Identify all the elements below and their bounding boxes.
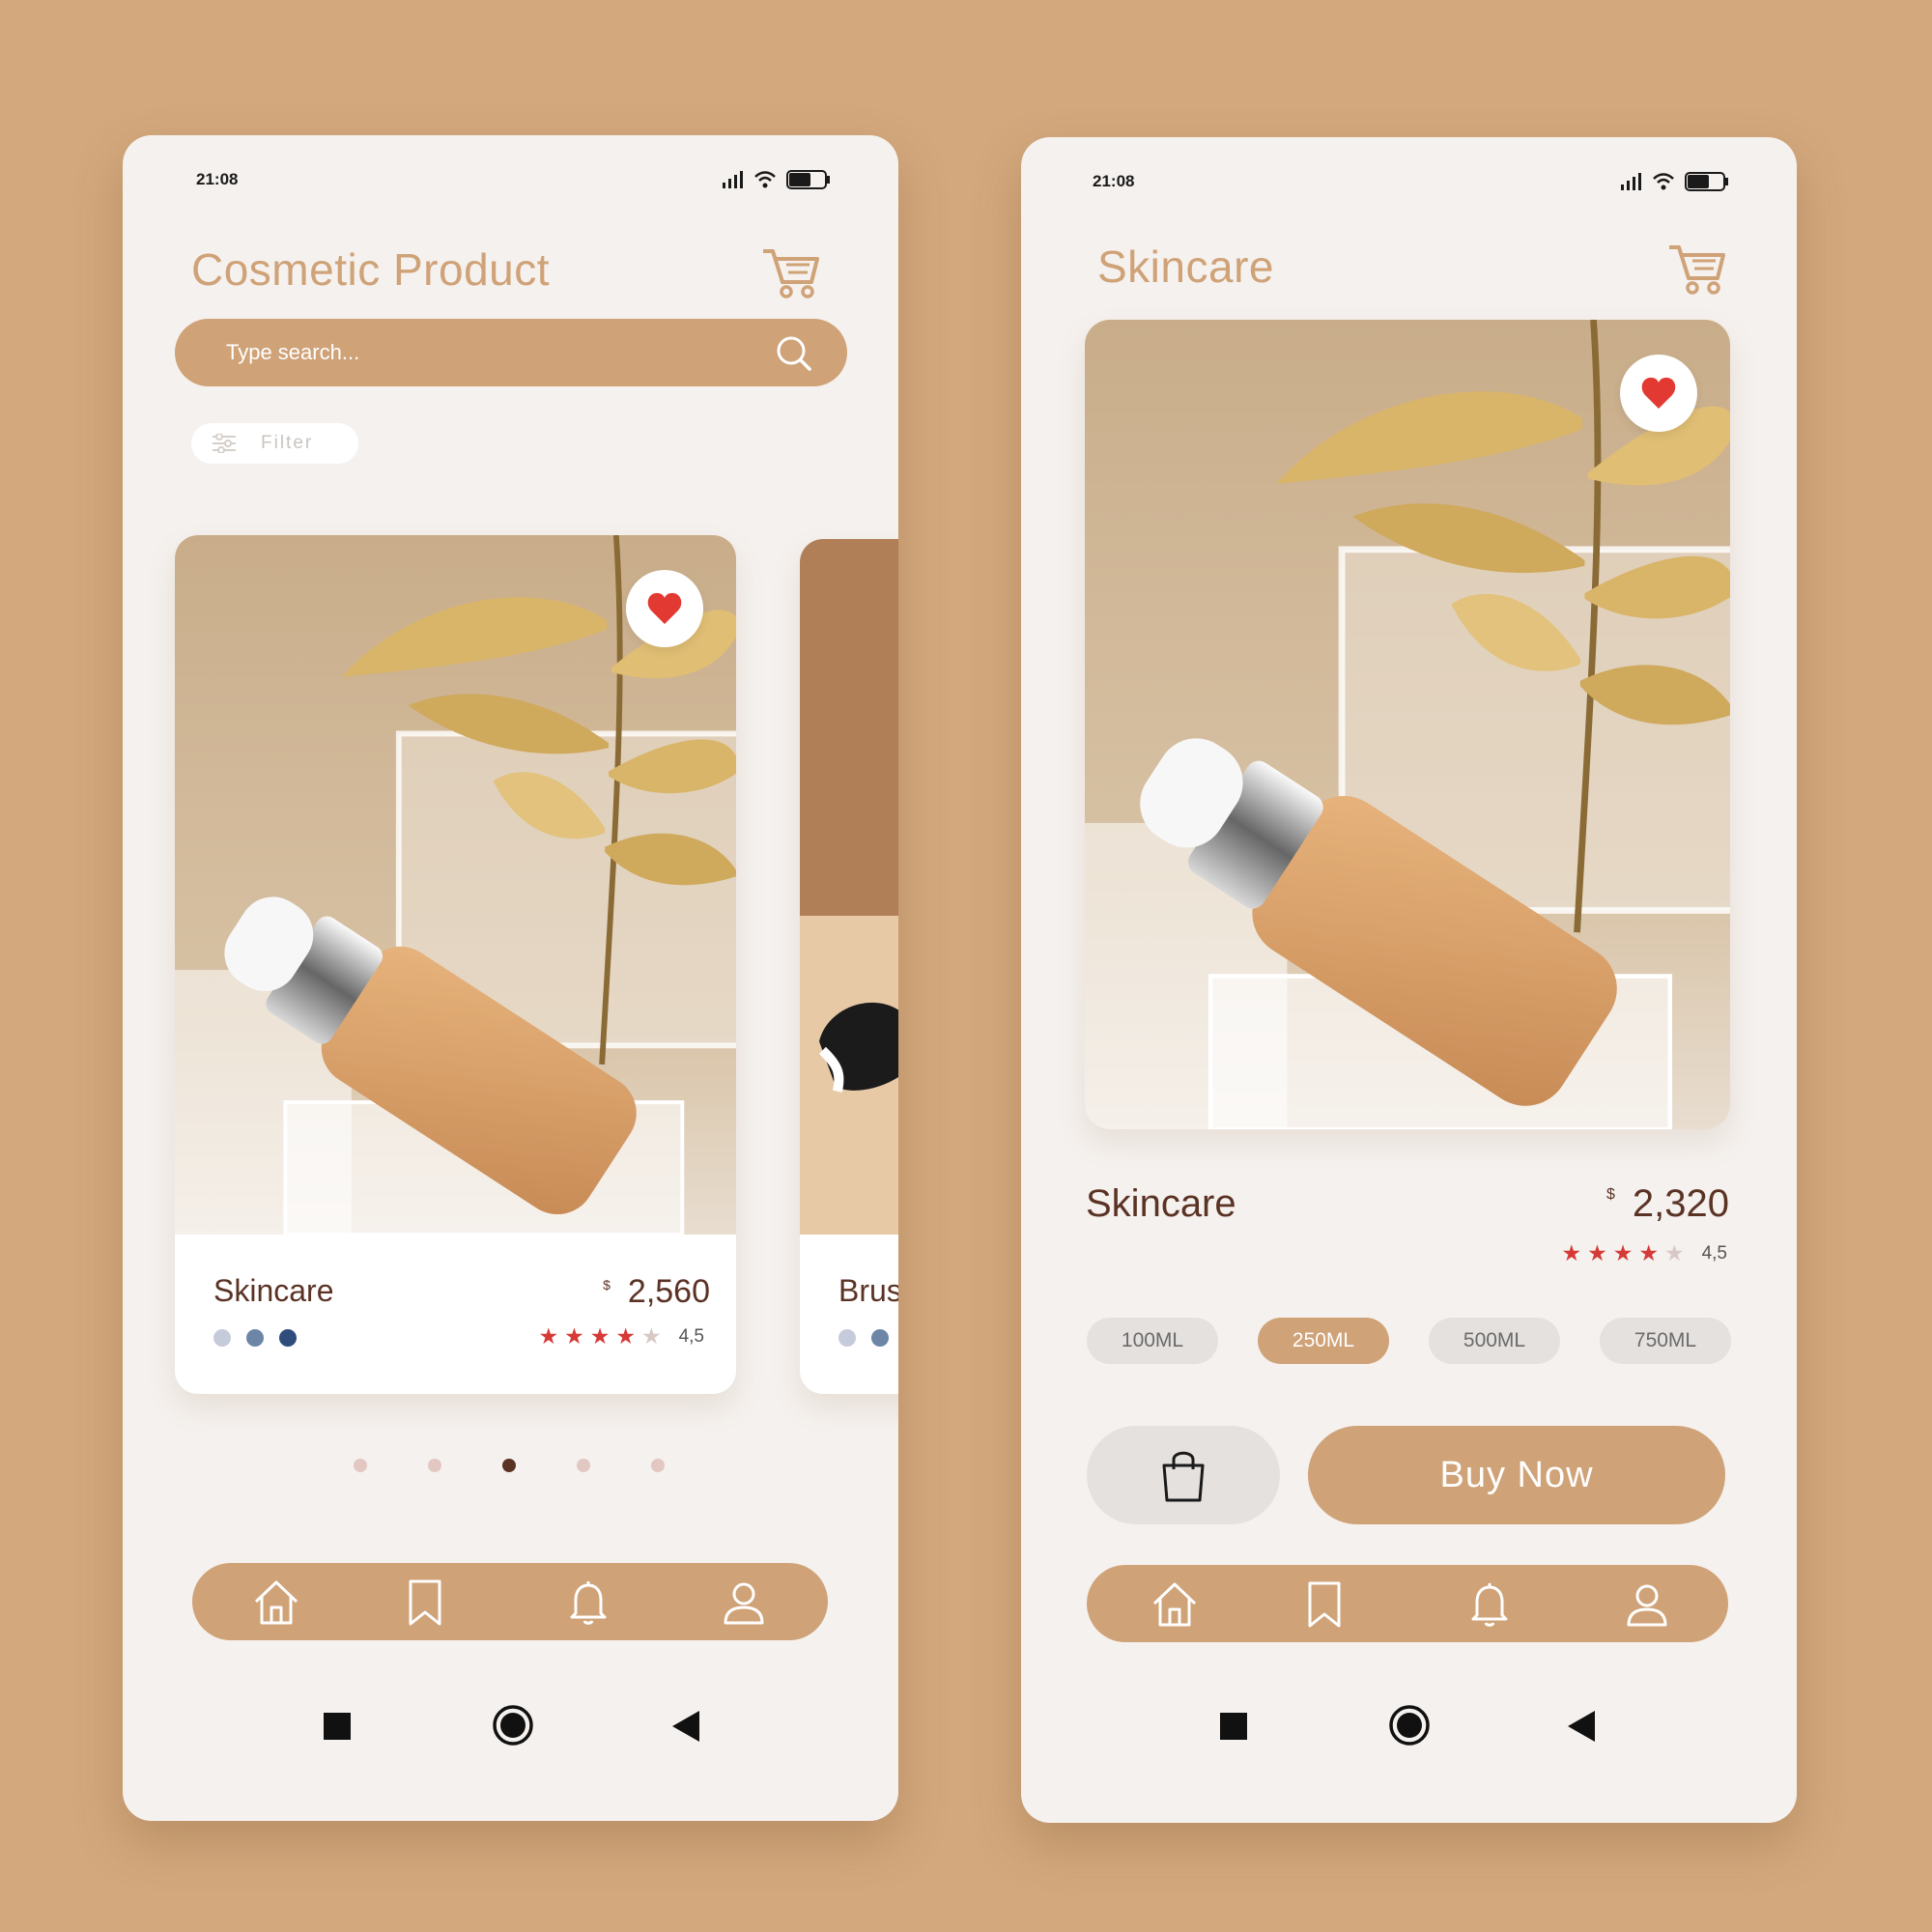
product-name: Skincare — [1086, 1182, 1236, 1225]
page-title: Cosmetic Product — [191, 244, 551, 295]
user-icon[interactable] — [720, 1578, 768, 1627]
product-price: $ 2,560 — [603, 1273, 710, 1311]
size-option-500ml[interactable]: 500ML — [1429, 1318, 1560, 1364]
home-button-icon[interactable] — [492, 1704, 534, 1747]
search-icon[interactable] — [776, 335, 812, 372]
right-screen: 21:08 Skincare Skincare $ 2,320 ★ ★ ★ ★ … — [1021, 137, 1797, 1823]
price-value: 2,320 — [1632, 1182, 1729, 1225]
star-icon: ★ — [564, 1323, 584, 1349]
rating-value: 4,5 — [1701, 1242, 1727, 1264]
page-dot-active[interactable] — [502, 1459, 516, 1472]
star-icon: ★ — [1587, 1240, 1607, 1265]
size-option-250ml[interactable]: 250ML — [1258, 1318, 1389, 1364]
carousel-pagination[interactable] — [354, 1459, 665, 1472]
home-button-icon[interactable] — [1388, 1704, 1431, 1747]
filter-label: Filter — [261, 433, 314, 453]
favorite-button[interactable] — [1620, 355, 1697, 432]
product-card[interactable]: Brus — [800, 539, 898, 1394]
product-image — [800, 539, 898, 1235]
system-nav — [1021, 1698, 1797, 1756]
bottom-nav — [1087, 1565, 1728, 1642]
page-dot[interactable] — [354, 1459, 367, 1472]
search-input[interactable]: Type search... — [226, 340, 359, 365]
left-screen: 21:08 Cosmetic Product Type search... Fi… — [123, 135, 898, 1821]
color-swatch[interactable] — [246, 1329, 264, 1347]
home-icon[interactable] — [252, 1578, 300, 1627]
bell-icon[interactable] — [564, 1578, 612, 1627]
color-swatch[interactable] — [838, 1329, 856, 1347]
size-options: 100ML 250ML 500ML 750ML — [1087, 1318, 1731, 1364]
buy-now-button[interactable]: Buy Now — [1308, 1426, 1725, 1524]
signal-icon — [1621, 173, 1641, 190]
product-photo-art — [1085, 320, 1730, 1129]
wifi-icon — [754, 171, 776, 188]
cart-icon[interactable] — [1667, 242, 1727, 296]
rating-value: 4,5 — [678, 1325, 704, 1347]
sliders-icon — [213, 434, 236, 453]
back-icon[interactable] — [1568, 1711, 1595, 1742]
rating: ★ ★ ★ ★ ★ 4,5 — [1561, 1242, 1727, 1264]
star-icon: ★ — [640, 1323, 662, 1349]
back-icon[interactable] — [672, 1711, 699, 1742]
page-dot[interactable] — [651, 1459, 665, 1472]
page-dot[interactable] — [428, 1459, 441, 1472]
size-option-750ml[interactable]: 750ML — [1600, 1318, 1731, 1364]
cart-icon[interactable] — [761, 245, 821, 299]
star-icon: ★ — [538, 1323, 559, 1349]
add-to-bag-button[interactable] — [1087, 1426, 1280, 1524]
bell-icon[interactable] — [1465, 1580, 1514, 1629]
status-time: 21:08 — [1093, 172, 1135, 190]
status-icons — [723, 170, 831, 189]
product-name: Brus — [838, 1273, 898, 1308]
color-swatch[interactable] — [871, 1329, 889, 1347]
product-name: Skincare — [213, 1273, 334, 1308]
price-value: 2,560 — [627, 1273, 710, 1310]
currency-symbol: $ — [603, 1277, 611, 1293]
signal-icon — [723, 171, 743, 188]
star-icon: ★ — [615, 1323, 636, 1349]
color-swatch[interactable] — [213, 1329, 231, 1347]
search-bar[interactable]: Type search... — [175, 319, 847, 386]
filter-button[interactable]: Filter — [191, 423, 358, 464]
currency-symbol: $ — [1605, 1186, 1615, 1203]
wifi-icon — [1653, 173, 1674, 190]
bookmark-icon[interactable] — [401, 1578, 449, 1627]
battery-icon — [786, 170, 830, 189]
page-dot[interactable] — [577, 1459, 590, 1472]
star-icon: ★ — [589, 1323, 611, 1349]
star-icon: ★ — [1612, 1240, 1634, 1265]
product-card[interactable]: Skincare $ 2,560 ★ ★ ★ ★ ★ 4,5 — [175, 535, 736, 1394]
size-option-100ml[interactable]: 100ML — [1087, 1318, 1218, 1364]
system-nav — [123, 1698, 898, 1756]
home-icon[interactable] — [1151, 1580, 1199, 1629]
bottom-nav — [192, 1563, 828, 1640]
status-icons — [1621, 172, 1729, 191]
heart-icon — [1641, 377, 1676, 409]
page-title: Skincare — [1097, 242, 1274, 292]
recents-icon[interactable] — [324, 1713, 351, 1740]
user-icon[interactable] — [1623, 1580, 1671, 1629]
color-swatches[interactable] — [838, 1329, 889, 1347]
product-price: $ 2,320 — [1606, 1182, 1729, 1226]
product-image — [1085, 320, 1730, 1129]
color-swatch[interactable] — [279, 1329, 297, 1347]
star-icon: ★ — [1561, 1240, 1582, 1265]
shopping-bag-icon — [1162, 1451, 1205, 1502]
bookmark-icon[interactable] — [1300, 1580, 1349, 1629]
recents-icon[interactable] — [1220, 1713, 1247, 1740]
heart-icon — [647, 592, 682, 624]
status-time: 21:08 — [196, 170, 239, 188]
battery-icon — [1685, 172, 1728, 191]
star-icon: ★ — [1638, 1240, 1659, 1265]
rating: ★ ★ ★ ★ ★ 4,5 — [538, 1325, 704, 1348]
star-icon: ★ — [1663, 1240, 1685, 1265]
favorite-button[interactable] — [626, 570, 703, 647]
color-swatches[interactable] — [213, 1329, 297, 1347]
